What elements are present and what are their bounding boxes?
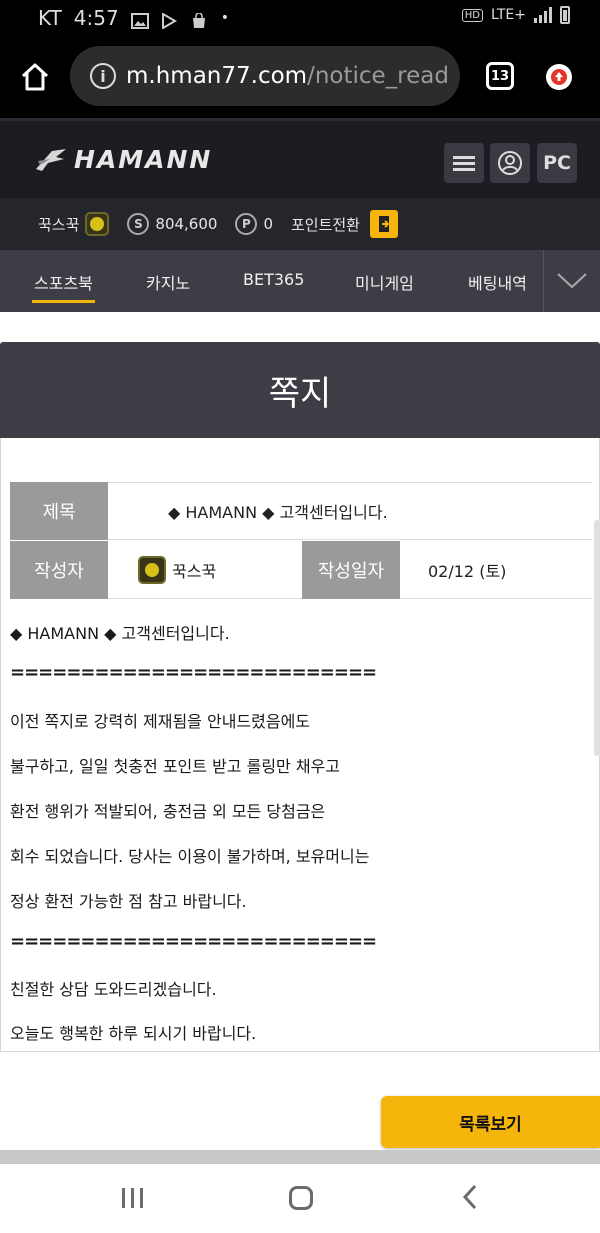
info-icon[interactable]: i bbox=[90, 63, 116, 89]
date-value: 02/12 (토) bbox=[428, 561, 507, 581]
body-line: 친절한 상담 도와드리겠습니다. bbox=[10, 980, 217, 999]
status-bar: KT 4:57 • HD LTE+ bbox=[0, 0, 600, 36]
clock: 4:57 bbox=[73, 6, 119, 30]
chevron-down-icon bbox=[557, 273, 587, 289]
user-info-bar: 꾹스꾹 S 804,600 P 0 포인트전환 bbox=[0, 198, 600, 250]
user-icon bbox=[498, 151, 522, 175]
author-value: 꾹스꾹 bbox=[172, 561, 217, 581]
battery-icon bbox=[560, 6, 570, 24]
tab-minigame[interactable]: 미니게임 bbox=[355, 270, 414, 294]
subject-label: 제목 bbox=[10, 482, 108, 540]
signal-icon bbox=[534, 7, 552, 23]
message-card: 제목 ◆ HAMANN ◆ 고객센터입니다. 작성자 꾹스꾹 작성일자 02/1… bbox=[0, 438, 600, 1052]
logo-bird-icon bbox=[36, 148, 66, 171]
money-balance: 804,600 bbox=[155, 215, 218, 233]
message-panel: 쪽지 제목 ◆ HAMANN ◆ 고객센터입니다. 작성자 꾹스꾹 작성일자 0… bbox=[0, 342, 600, 1172]
url-domain: m.hman77.com bbox=[126, 63, 308, 89]
recents-icon[interactable] bbox=[122, 1188, 143, 1208]
date-label: 작성일자 bbox=[302, 540, 400, 599]
body-line: 오늘도 행복한 하루 되시기 바랍니다. bbox=[10, 1024, 257, 1043]
menu-button[interactable] bbox=[444, 143, 484, 183]
back-icon[interactable] bbox=[462, 1184, 478, 1214]
author-cell: 꾹스꾹 bbox=[138, 555, 302, 584]
system-nav-bar bbox=[0, 1164, 600, 1233]
body-line: 환전 행위가 적발되어, 충전금 외 모든 당첨금은 bbox=[10, 802, 326, 821]
logo-text: HAMANN bbox=[74, 145, 213, 174]
nav-expand-button[interactable] bbox=[543, 250, 600, 312]
site-logo[interactable]: HAMANN bbox=[34, 145, 212, 174]
hd-icon: HD bbox=[461, 8, 483, 22]
body-line: 이전 쪽지로 강력히 제재됨을 안내드렸음에도 bbox=[10, 712, 311, 731]
notification-dot-icon: • bbox=[220, 10, 229, 26]
scrollbar[interactable] bbox=[594, 520, 600, 756]
profile-button[interactable] bbox=[490, 143, 530, 183]
url-path: /notice_read bbox=[307, 63, 449, 89]
carrier-label: KT bbox=[38, 6, 62, 30]
body-line: 불구하고, 일일 첫충전 포인트 받고 롤링만 채우고 bbox=[10, 757, 341, 776]
gallery-icon bbox=[130, 10, 149, 29]
body-line: 회수 되었습니다. 당사는 이용이 불가하며, 보유머니는 bbox=[10, 847, 370, 866]
hamburger-icon bbox=[453, 153, 475, 174]
shopping-bag-icon bbox=[191, 10, 209, 28]
author-row: 작성자 꾹스꾹 작성일자 02/12 (토) bbox=[10, 540, 592, 599]
level-badge-icon bbox=[85, 212, 110, 236]
address-bar[interactable]: i m.hman77.com/notice_read bbox=[70, 46, 460, 106]
author-level-icon bbox=[138, 555, 166, 584]
points-icon: P bbox=[235, 213, 258, 235]
point-exchange-label[interactable]: 포인트전환 bbox=[291, 214, 360, 235]
points-balance: 0 bbox=[263, 215, 273, 233]
body-divider: ========================== bbox=[10, 662, 377, 683]
exit-door-icon bbox=[379, 216, 390, 232]
body-line: ◆ HAMANN ◆ 고객센터입니다. bbox=[10, 624, 230, 643]
list-button[interactable]: 목록보기 bbox=[381, 1096, 600, 1148]
page-title: 쪽지 bbox=[0, 342, 600, 438]
home-icon[interactable] bbox=[18, 60, 52, 94]
tab-bet365[interactable]: BET365 bbox=[243, 270, 304, 289]
network-label: LTE+ bbox=[491, 7, 526, 23]
tab-sportsbook[interactable]: 스포츠북 bbox=[32, 270, 95, 303]
site-header: HAMANN PC bbox=[0, 118, 600, 198]
subject-value: ◆ HAMANN ◆ 고객센터입니다. bbox=[168, 503, 388, 522]
body-line: 정상 환전 가능한 점 참고 바랍니다. bbox=[10, 892, 247, 911]
subject-row: 제목 ◆ HAMANN ◆ 고객센터입니다. bbox=[10, 482, 592, 540]
body-divider: ========================== bbox=[10, 931, 377, 952]
update-icon[interactable] bbox=[546, 64, 572, 90]
tab-casino[interactable]: 카지노 bbox=[146, 270, 190, 294]
play-store-icon bbox=[161, 10, 179, 30]
home-nav-icon[interactable] bbox=[289, 1186, 313, 1210]
bottom-shadow bbox=[0, 1150, 600, 1164]
spacer bbox=[0, 312, 600, 342]
browser-toolbar: i m.hman77.com/notice_read 13 bbox=[0, 36, 600, 118]
author-label: 작성자 bbox=[10, 540, 108, 599]
point-exchange-button[interactable] bbox=[370, 210, 398, 238]
nickname: 꾹스꾹 bbox=[38, 215, 80, 234]
tab-switcher-button[interactable]: 13 bbox=[486, 62, 514, 90]
money-icon: S bbox=[127, 213, 150, 235]
main-nav: 스포츠북 카지노 BET365 미니게임 베팅내역 bbox=[0, 250, 600, 312]
tab-bet-history[interactable]: 베팅내역 bbox=[468, 270, 527, 294]
pc-version-button[interactable]: PC bbox=[537, 143, 577, 183]
